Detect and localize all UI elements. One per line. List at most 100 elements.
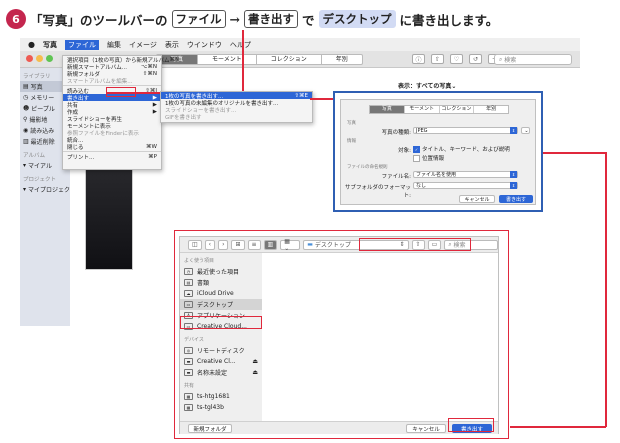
menu-item-shortcut: ▶ (152, 94, 157, 101)
sidebar-section-label: よく使う項目 (184, 258, 215, 264)
menu-item-label: 閉じる (67, 144, 84, 151)
sidebar-item-label: 最近使った項目 (197, 269, 240, 276)
tab-collections[interactable]: コレクション (257, 55, 322, 64)
list-view-icon[interactable]: ≡ (247, 239, 261, 250)
sidebar-item-label: 名称未設定 (197, 370, 228, 377)
minimize-window-icon[interactable] (36, 55, 43, 62)
sidebar-item[interactable]: ▬ 名称未設定 ⏏ (180, 367, 262, 378)
chevron-down-icon: ⇕ (510, 182, 517, 189)
menu-item-shortcut: ⇧⌘E (294, 92, 308, 99)
kind-select[interactable]: JPEG ⇕ (413, 127, 518, 134)
kind-options-button[interactable]: ⌄ (521, 127, 530, 134)
sidebar-item[interactable]: ▦ ts-tgl43b (180, 402, 262, 413)
subfolder-label: サブフォルダのフォーマット: (344, 185, 411, 199)
view-filter-label[interactable]: 表示：すべての写真⌄ (398, 81, 456, 90)
file-menu-item[interactable]: スマートアルバムを編集... (63, 77, 161, 85)
section-file-label: ファイルの命名規則 (347, 165, 388, 170)
eject-icon[interactable]: ⏏ (252, 369, 258, 376)
dialog-tab-photos[interactable]: 写真 (370, 106, 405, 113)
search-placeholder: 検索 (504, 57, 517, 64)
menu-item-shortcut: ⌘P (148, 153, 157, 160)
eject-icon[interactable]: ⏏ (252, 358, 258, 365)
heading-desktop-key: デスクトップ (318, 10, 396, 28)
section-info-label: 情報 (347, 139, 356, 144)
include-location-checkbox[interactable]: 位置情報 (413, 154, 444, 162)
import-icon: ◉ (23, 127, 29, 134)
save-dialog-sidebar: よく使う項目 ◷ 最近使った項目 ▤ 書類 ☁ iCloud Drive ▭ デスクトップ A アプ… (180, 253, 262, 421)
annotation-box (106, 87, 136, 97)
sidebar-item-label: ピープル (31, 106, 55, 113)
dialog-tab-years[interactable]: 年別 (474, 106, 508, 113)
sidebar-item-label: ts-tgl43b (197, 404, 224, 411)
menu-item-label: スマートアルバムを編集... (67, 78, 133, 85)
annotation-box (448, 418, 494, 432)
sidebar-item-my-projects[interactable]: ▾ マイプロジェクト (20, 184, 76, 195)
group-icon[interactable]: ▦ ⌄ (280, 238, 301, 252)
menu-help[interactable]: ヘルプ (230, 40, 251, 50)
menu-view[interactable]: 表示 (165, 40, 179, 50)
sidebar-item[interactable]: ☁ iCloud Drive (180, 288, 262, 299)
heading-text-3: に書き出します。 (399, 12, 499, 28)
export-submenu-item[interactable]: GIFを書き出す (161, 113, 312, 121)
save-cancel-button[interactable]: キャンセル (406, 424, 446, 433)
info-icon[interactable]: ⓘ (412, 54, 425, 64)
menu-window[interactable]: ウインドウ (187, 40, 222, 50)
sidebar-item[interactable]: ▭ デスクトップ (180, 299, 262, 310)
disclosure-icon: ▾ (23, 162, 27, 169)
cancel-button[interactable]: キャンセル (459, 195, 495, 203)
sidebar-item-label: マイプロジェクト (28, 187, 77, 194)
chevron-down-icon: ⇕ (510, 171, 517, 178)
filename-select[interactable]: ファイル名を使用 ⇕ (413, 171, 518, 178)
sidebar-item-label: 書類 (197, 280, 210, 287)
filename-label: ファイル名: (381, 174, 411, 180)
include-location-label: 位置情報 (422, 156, 445, 162)
dialog-tab-collections[interactable]: コレクション (440, 106, 475, 113)
file-menu-item[interactable]: プリント... ⌘P (63, 153, 161, 161)
export-button[interactable]: 書き出す (499, 195, 533, 203)
sidebar-item-label: 写真 (30, 84, 43, 91)
heart-icon[interactable]: ♡ (450, 54, 463, 64)
clock-icon: ◷ (184, 268, 193, 275)
sidebar-item[interactable]: ▦ ts-htg1681 (180, 391, 262, 402)
photo-thumbnail[interactable] (85, 160, 133, 270)
new-folder-button[interactable]: 新規フォルダ (188, 424, 232, 433)
menu-item-shortcut: ⌘W (146, 143, 157, 150)
back-icon[interactable]: ‹ (204, 239, 216, 250)
sidebar-item-label: デスクトップ (197, 302, 234, 309)
section-photo-label: 写真 (347, 121, 356, 126)
search-input[interactable]: ⌕ 検索 (494, 54, 572, 65)
menu-photos[interactable]: 写真 (43, 40, 57, 50)
tab-moments[interactable]: モーメント (198, 55, 257, 64)
sidebar-toggle-icon[interactable]: ◫ (188, 239, 202, 250)
column-view-icon[interactable]: ▥ (263, 239, 278, 250)
disclosure-icon: ▾ (23, 186, 27, 193)
include-metadata-checkbox[interactable]: ✓ タイトル、キーワード、および説明 (413, 145, 510, 153)
apple-menu-icon[interactable]: ● (28, 40, 35, 49)
share-icon[interactable]: ⇧ (431, 54, 444, 64)
menu-image[interactable]: イメージ (129, 40, 157, 50)
view-filter-text: 表示：すべての写真 (398, 83, 452, 90)
export-options-callout: 写真 モーメント コレクション 年別 写真 写真の種類: JPEG ⇕ ⌄ 情報 … (333, 91, 543, 212)
close-window-icon[interactable] (26, 55, 33, 62)
drive-icon: ▬ (184, 358, 193, 365)
chevron-down-icon: ⌄ (524, 127, 529, 134)
menu-edit[interactable]: 編集 (107, 40, 121, 50)
file-menu-item[interactable]: 閉じる ⌘W (63, 143, 161, 151)
sidebar-item[interactable]: ▤ 書類 (180, 277, 262, 288)
sidebar-item[interactable]: ◎ リモートディスク (180, 345, 262, 356)
forward-icon[interactable]: › (218, 239, 229, 250)
dialog-tab-moments[interactable]: モーメント (405, 106, 440, 113)
sidebar-item[interactable]: ▬ Creative Cl... ⏏ (180, 356, 262, 367)
rotate-icon[interactable]: ↺ (469, 54, 482, 64)
zoom-window-icon[interactable] (46, 55, 53, 62)
export-options-dialog: 写真 モーメント コレクション 年別 写真 写真の種類: JPEG ⇕ ⌄ 情報 … (340, 99, 536, 205)
icon-view-icon[interactable]: ⊞ (231, 239, 245, 250)
sidebar-item-label: 読み込み (30, 128, 55, 135)
sidebar-item[interactable]: ◷ 最近使った項目 (180, 266, 262, 277)
subfolder-select[interactable]: なし ⇕ (413, 182, 518, 189)
tab-years[interactable]: 年別 (322, 55, 362, 64)
people-icon: ☻ (23, 105, 30, 112)
kind-label: 写真の種類: (381, 130, 411, 136)
sidebar-section-projects: プロジェクト (23, 177, 57, 183)
menu-file[interactable]: ファイル (64, 39, 99, 50)
